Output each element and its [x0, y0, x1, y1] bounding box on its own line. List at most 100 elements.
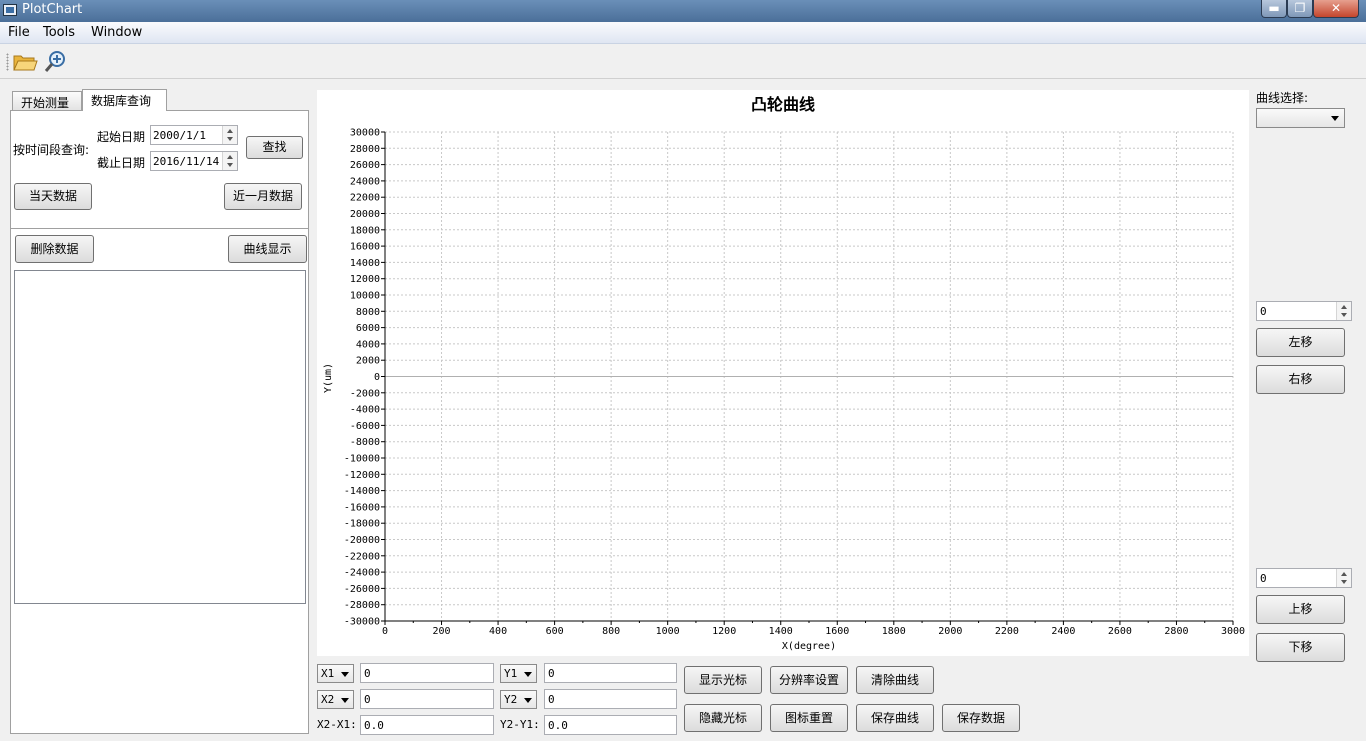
y-tick-label: 28000 — [350, 144, 380, 155]
y-tick-label: 20000 — [350, 209, 380, 220]
show-curve-button[interactable]: 曲线显示 — [228, 235, 307, 263]
chevron-down-icon — [524, 672, 532, 677]
horizontal-offset-spinner[interactable] — [1336, 302, 1351, 320]
start-date-value: 2000/1/1 — [153, 129, 206, 142]
x1-input[interactable]: 0 — [360, 663, 494, 683]
x1-select-value: X1 — [321, 667, 335, 680]
y-tick-label: -14000 — [344, 486, 380, 497]
hide-cursor-button[interactable]: 隐藏光标 — [684, 704, 762, 732]
end-date-label: 截止日期 — [97, 156, 146, 170]
y-tick-label: -8000 — [350, 437, 380, 448]
y-tick-label: -18000 — [344, 519, 380, 530]
maximize-button[interactable]: ❐ — [1287, 0, 1313, 18]
menu-tools[interactable]: Tools — [43, 25, 75, 40]
save-curve-button[interactable]: 保存曲线 — [856, 704, 934, 732]
x-tick-label: 2600 — [1108, 626, 1132, 637]
clear-curve-button[interactable]: 清除曲线 — [856, 666, 934, 694]
y-tick-label: 4000 — [356, 339, 380, 350]
toolbar — [0, 45, 1366, 79]
chevron-down-icon — [1331, 116, 1339, 121]
end-date-input[interactable]: 2016/11/14 — [150, 151, 238, 171]
show-cursor-button[interactable]: 显示光标 — [684, 666, 762, 694]
y-tick-label: 18000 — [350, 225, 380, 236]
delete-data-button[interactable]: 删除数据 — [15, 235, 94, 263]
y-tick-label: -24000 — [344, 568, 380, 579]
tab-measure[interactable]: 开始测量 — [12, 91, 82, 110]
x1-select[interactable]: X1 — [317, 664, 354, 683]
search-button[interactable]: 查找 — [246, 136, 303, 159]
y-tick-label: -16000 — [344, 502, 380, 513]
y-tick-label: 2000 — [356, 356, 380, 367]
move-left-button[interactable]: 左移 — [1256, 328, 1345, 357]
today-data-button[interactable]: 当天数据 — [14, 183, 92, 210]
chevron-down-icon — [341, 698, 349, 703]
recent-month-button[interactable]: 近一月数据 — [224, 183, 302, 210]
x-tick-label: 1400 — [769, 626, 793, 637]
zoom-button[interactable] — [43, 50, 69, 74]
y-tick-label: 12000 — [350, 274, 380, 285]
resolution-settings-button[interactable]: 分辨率设置 — [770, 666, 848, 694]
vertical-offset-input[interactable]: 0 — [1256, 568, 1352, 588]
x-tick-label: 600 — [546, 626, 564, 637]
close-icon: ✕ — [1330, 1, 1342, 15]
menu-window[interactable]: Window — [91, 25, 142, 40]
menu-file[interactable]: File — [8, 25, 30, 40]
y-tick-label: 30000 — [350, 128, 380, 139]
y-tick-label: 22000 — [350, 193, 380, 204]
save-data-button[interactable]: 保存数据 — [942, 704, 1020, 732]
tab-db-query[interactable]: 数据库查询 — [82, 89, 167, 111]
y1-input[interactable]: 0 — [544, 663, 677, 683]
end-date-value: 2016/11/14 — [153, 155, 220, 168]
cam-curve-chart[interactable]: 0 200 400 600 800 1000 1200 1400 1600 1800 2000 220… — [317, 90, 1249, 656]
x-tick-label: 2000 — [938, 626, 962, 637]
y-tick-label: -26000 — [344, 584, 380, 595]
x2-input[interactable]: 0 — [360, 689, 494, 709]
y-tick-label: 16000 — [350, 242, 380, 253]
zoom-in-icon — [44, 51, 65, 72]
window-title: PlotChart — [22, 2, 83, 17]
start-date-input[interactable]: 2000/1/1 — [150, 125, 238, 145]
chart-title: 凸轮曲线 — [751, 95, 815, 114]
x-tick-label: 2800 — [1164, 626, 1188, 637]
open-button[interactable] — [12, 50, 38, 74]
reset-chart-button[interactable]: 图标重置 — [770, 704, 848, 732]
horizontal-offset-input[interactable]: 0 — [1256, 301, 1352, 321]
vertical-offset-spinner[interactable] — [1336, 569, 1351, 587]
y-tick-label: 10000 — [350, 291, 380, 302]
x-tick-label: 800 — [602, 626, 620, 637]
x-tick-label: 1800 — [882, 626, 906, 637]
x-tick-label: 200 — [433, 626, 451, 637]
y-tick-label: -28000 — [344, 600, 380, 611]
y1-select-value: Y1 — [504, 667, 518, 680]
y2-input[interactable]: 0 — [544, 689, 677, 709]
move-up-button[interactable]: 上移 — [1256, 595, 1345, 624]
x-tick-label: 1600 — [825, 626, 849, 637]
y-tick-label: 24000 — [350, 176, 380, 187]
y-tick-label: -12000 — [344, 470, 380, 481]
dy-output: 0.0 — [544, 715, 677, 735]
move-right-button[interactable]: 右移 — [1256, 365, 1345, 394]
folder-open-icon — [13, 55, 38, 71]
start-date-spinner[interactable] — [222, 126, 237, 144]
y-tick-label: 26000 — [350, 160, 380, 171]
toolbar-grip — [6, 53, 9, 71]
data-list[interactable] — [14, 270, 306, 604]
app-icon — [3, 4, 17, 16]
x2-select[interactable]: X2 — [317, 690, 354, 709]
x-tick-label: 2400 — [1051, 626, 1075, 637]
x-axis-label: X(degree) — [782, 641, 836, 652]
x2-select-value: X2 — [321, 693, 335, 706]
panel-divider — [11, 228, 308, 229]
end-date-spinner[interactable] — [222, 152, 237, 170]
minimize-button[interactable]: ▬ — [1261, 0, 1287, 18]
move-down-button[interactable]: 下移 — [1256, 633, 1345, 662]
curve-select-dropdown[interactable] — [1256, 108, 1345, 128]
y1-select[interactable]: Y1 — [500, 664, 537, 683]
close-button[interactable]: ✕ — [1313, 0, 1359, 18]
chart-area[interactable]: 0 200 400 600 800 1000 1200 1400 1600 1800 2000 220… — [317, 90, 1249, 656]
x-tick-label: 3000 — [1221, 626, 1245, 637]
horizontal-offset-value: 0 — [1260, 305, 1267, 318]
start-date-label: 起始日期 — [97, 130, 146, 144]
y2-select[interactable]: Y2 — [500, 690, 537, 709]
y-tick-label: -10000 — [344, 454, 380, 465]
